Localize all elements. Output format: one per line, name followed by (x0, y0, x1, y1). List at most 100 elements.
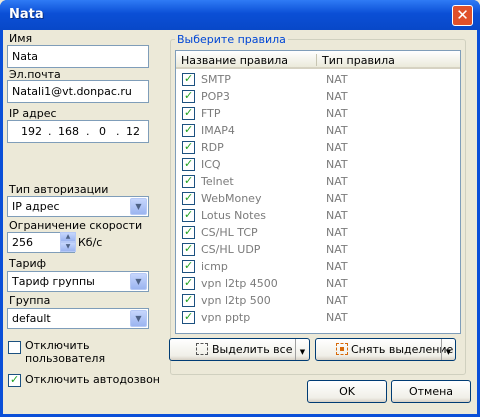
close-icon[interactable]: ✕ (452, 5, 473, 26)
dialog-window: Nata ✕ Имя Nata Эл.почта Natali1@vt.donp… (0, 0, 480, 417)
list-item[interactable]: Telnet NAT (176, 173, 460, 190)
rule-checkbox[interactable] (182, 276, 195, 290)
ip-dot: . (86, 125, 90, 138)
list-item[interactable]: WebMoney NAT (176, 190, 460, 207)
tariff-label: Тариф (9, 257, 46, 270)
spin-buttons[interactable]: ▲ ▼ (60, 232, 76, 253)
rule-checkbox[interactable] (182, 225, 195, 239)
rule-checkbox[interactable] (182, 140, 195, 154)
chevron-down-icon[interactable]: ▼ (130, 273, 147, 290)
rules-list[interactable]: Название правила Тип правила SMTPNATPOP3… (175, 50, 461, 334)
rule-checkbox[interactable] (182, 242, 195, 256)
list-item[interactable]: FTP NAT (176, 105, 460, 122)
chevron-down-icon[interactable]: ▼ (130, 310, 147, 327)
window-title: Nata (9, 7, 44, 22)
group-label: Группа (9, 294, 51, 307)
col-rule-type[interactable]: Тип правила (322, 54, 395, 67)
rule-checkbox[interactable] (182, 259, 195, 273)
rule-name: POP3 (201, 90, 230, 103)
rule-type: NAT (326, 175, 348, 188)
list-item[interactable]: IMAP4 NAT (176, 122, 460, 139)
disable-user-label: Отключить (25, 339, 90, 352)
chevron-down-icon[interactable]: ▼ (441, 339, 455, 360)
rule-checkbox[interactable] (182, 191, 195, 205)
auth-type-label: Тип авторизации (9, 183, 109, 196)
rule-checkbox[interactable] (182, 89, 195, 103)
title-bar[interactable]: Nata ✕ (0, 0, 480, 30)
rule-type: NAT (326, 192, 348, 205)
ip-octet-4[interactable]: 12 (126, 125, 140, 138)
ip-dot: . (116, 125, 120, 138)
cancel-button[interactable]: Отмена (391, 380, 471, 403)
tariff-value: Тариф группы (12, 275, 95, 288)
email-field[interactable]: Natali1@vt.donpac.ru (7, 80, 149, 103)
rule-checkbox[interactable] (182, 123, 195, 137)
list-item[interactable]: SMTP NAT (176, 71, 460, 88)
speed-unit: Кб/с (78, 236, 103, 249)
rule-checkbox[interactable] (182, 72, 195, 86)
speed-limit-stepper[interactable]: 256 ▲ ▼ (7, 232, 76, 253)
rule-type: NAT (326, 243, 348, 256)
disable-autodial-label: Отключить автодозвон (25, 373, 160, 386)
speed-limit-label: Ограничение скорости (9, 219, 143, 232)
name-field[interactable]: Nata (7, 45, 149, 68)
list-item[interactable]: POP3 NAT (176, 88, 460, 105)
tariff-select[interactable]: Тариф группы ▼ (7, 271, 149, 292)
ip-label: IP адрес (9, 107, 57, 120)
list-item[interactable]: vpn l2tp 500 NAT (176, 292, 460, 309)
list-item[interactable]: icmp NAT (176, 258, 460, 275)
col-rule-name[interactable]: Название правила (181, 54, 288, 67)
rule-name: vpn l2tp 4500 (201, 277, 278, 290)
auth-type-value: IP адрес (12, 200, 60, 213)
column-divider[interactable] (316, 54, 317, 66)
select-all-icon (196, 343, 208, 355)
list-item[interactable]: ICQ NAT (176, 156, 460, 173)
rule-name: ICQ (201, 158, 221, 171)
ip-dot: . (48, 125, 52, 138)
chevron-down-icon[interactable]: ▼ (130, 198, 147, 215)
list-item[interactable]: CS/HL UDP NAT (176, 241, 460, 258)
deselect-button[interactable]: Снять выделение ▼ (315, 338, 456, 361)
list-item[interactable]: Lotus Notes NAT (176, 207, 460, 224)
spin-down-icon[interactable]: ▼ (60, 242, 76, 252)
rule-type: NAT (326, 124, 348, 137)
auth-type-select[interactable]: IP адрес ▼ (7, 196, 149, 217)
select-all-button[interactable]: Выделить все ▼ (169, 338, 310, 361)
rule-type: NAT (326, 141, 348, 154)
rule-name: IMAP4 (201, 124, 235, 137)
ip-octet-2[interactable]: 168 (58, 125, 79, 138)
ip-octet-3[interactable]: 0 (99, 125, 106, 138)
chevron-down-icon[interactable]: ▼ (295, 339, 309, 360)
rule-name: WebMoney (201, 192, 262, 205)
rule-type: NAT (326, 311, 348, 324)
rule-checkbox[interactable] (182, 106, 195, 120)
rule-type: NAT (326, 294, 348, 307)
select-all-label: Выделить все (212, 343, 293, 356)
dialog-body: Имя Nata Эл.почта Natali1@vt.donpac.ru I… (3, 30, 477, 414)
rule-name: Lotus Notes (201, 209, 266, 222)
ip-octet-1[interactable]: 192 (21, 125, 42, 138)
rule-checkbox[interactable] (182, 174, 195, 188)
rule-checkbox[interactable] (182, 293, 195, 307)
rule-name: vpn l2tp 500 (201, 294, 271, 307)
rule-name: CS/HL UDP (201, 243, 261, 256)
deselect-icon (336, 343, 348, 355)
spin-up-icon[interactable]: ▲ (60, 232, 76, 242)
rule-checkbox[interactable] (182, 310, 195, 324)
disable-user-checkbox[interactable] (8, 341, 21, 354)
rule-checkbox[interactable] (182, 157, 195, 171)
rule-name: Telnet (201, 175, 234, 188)
list-item[interactable]: vpn l2tp 4500 NAT (176, 275, 460, 292)
disable-autodial-checkbox[interactable] (8, 373, 21, 387)
group-select[interactable]: default ▼ (7, 308, 149, 329)
rule-type: NAT (326, 277, 348, 290)
ok-button[interactable]: OK (307, 380, 387, 403)
rule-type: NAT (326, 158, 348, 171)
list-item[interactable]: RDP NAT (176, 139, 460, 156)
list-item[interactable]: CS/HL TCP NAT (176, 224, 460, 241)
rule-type: NAT (326, 107, 348, 120)
group-value: default (12, 312, 51, 325)
ip-address-field[interactable]: 192 . 168 . 0 . 12 (7, 120, 149, 143)
list-item[interactable]: vpn pptp NAT (176, 309, 460, 326)
rule-checkbox[interactable] (182, 208, 195, 222)
